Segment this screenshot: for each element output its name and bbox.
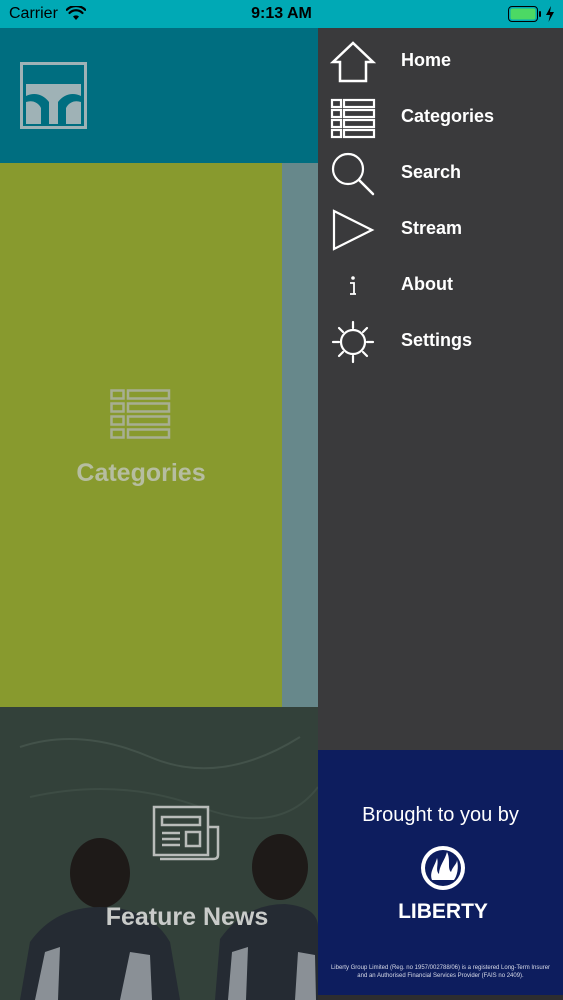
adjacent-tile-edge (282, 163, 318, 707)
drawer-bottom-edge (318, 995, 563, 1000)
list-icon (330, 98, 376, 139)
sponsor-heading: Brought to you by (362, 804, 519, 826)
feature-news-tile[interactable]: Feature News (0, 707, 318, 1000)
list-icon (110, 389, 171, 439)
clock: 9:13 AM (251, 5, 312, 22)
liberty-wordmark: LIBERTY (398, 900, 488, 923)
menu-label-settings: Settings (401, 330, 473, 350)
charging-bolt-icon (546, 6, 554, 22)
app-screen: Carrier 9:13 AM Categories Feature News … (0, 0, 563, 1000)
feature-news-label: Feature News (105, 903, 269, 931)
status-bar: Carrier 9:13 AM (0, 0, 563, 28)
categories-tile-label: Categories (76, 459, 206, 487)
categories-tile[interactable]: Categories (0, 163, 282, 707)
menu-item-home[interactable]: Home (318, 34, 563, 90)
sponsor-panel[interactable]: Brought to you by LIBERTY Liberty Group … (318, 750, 563, 995)
info-icon (350, 276, 356, 295)
menu-item-settings[interactable]: Settings (318, 314, 563, 370)
main-content: Categories Feature News (0, 28, 318, 1000)
play-icon (332, 209, 375, 251)
menu-label-categories: Categories (401, 106, 495, 126)
app-logo[interactable] (20, 62, 87, 129)
home-icon (330, 41, 376, 83)
newspaper-icon (152, 805, 220, 861)
menu-item-search[interactable]: Search (318, 146, 563, 202)
menu-item-about[interactable]: About (318, 258, 563, 314)
menu-label-home: Home (401, 50, 452, 70)
header-banner (0, 28, 318, 163)
gear-icon (331, 320, 375, 364)
menu-item-stream[interactable]: Stream (318, 202, 563, 258)
side-menu: Home Categories Search Stream About Sett… (318, 28, 563, 750)
menu-label-about: About (401, 274, 453, 294)
sponsor-disclaimer: Liberty Group Limited (Reg. no 1957/0027… (330, 965, 551, 979)
liberty-logo: LIBERTY (398, 846, 488, 923)
menu-label-stream: Stream (401, 218, 463, 238)
search-icon (331, 152, 375, 196)
menu-label-search: Search (401, 162, 462, 182)
battery-icon (508, 6, 541, 22)
menu-item-categories[interactable]: Categories (318, 90, 563, 146)
